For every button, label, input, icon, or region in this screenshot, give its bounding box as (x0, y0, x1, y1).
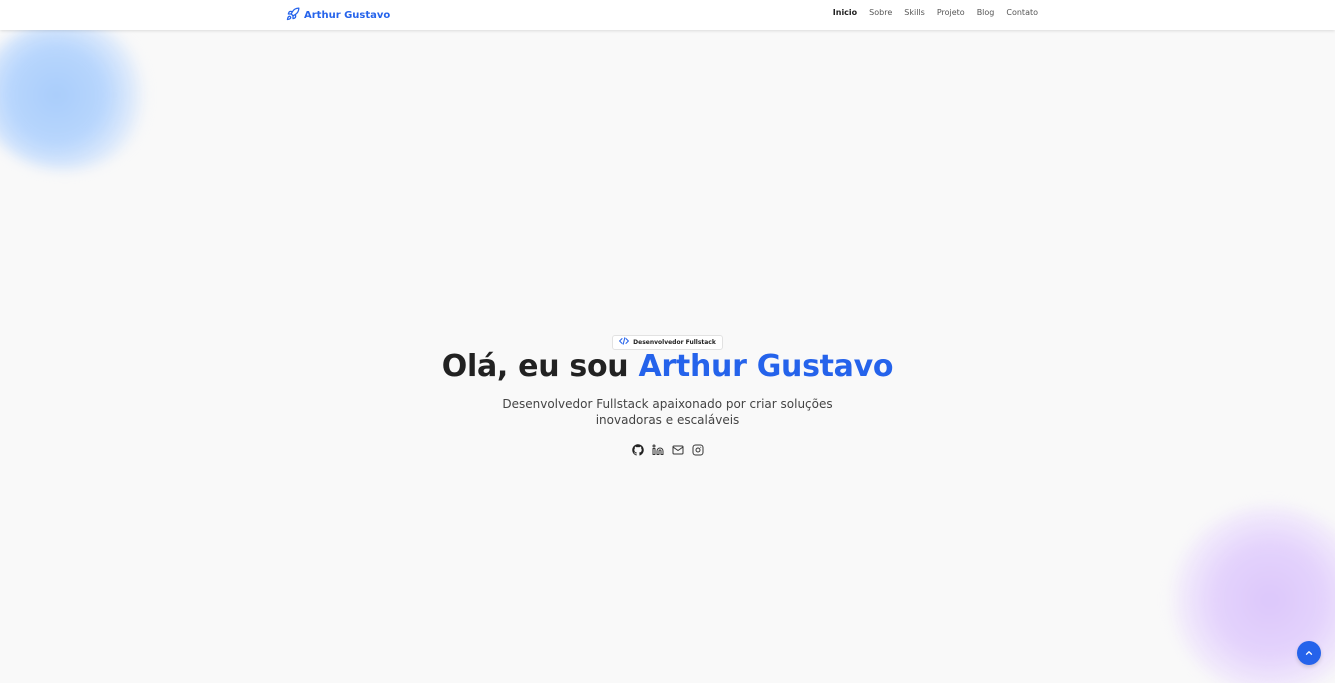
main-nav: Inicio Sobre Skills Projeto Blog Contato (833, 8, 1038, 17)
rocket-icon (286, 7, 300, 24)
social-links (0, 443, 1335, 456)
hero-name: Arthur Gustavo (638, 348, 894, 384)
code-icon (619, 337, 630, 347)
role-badge: Desenvolvedor Fullstack (612, 334, 723, 350)
decorative-blue-blob (0, 20, 150, 170)
brand-name: Arthur Gustavo (304, 9, 391, 21)
hero-title: Olá, eu sou Arthur Gustavo (0, 348, 1335, 384)
linkedin-icon[interactable] (652, 444, 664, 456)
instagram-icon[interactable] (692, 444, 704, 456)
scroll-to-top-button[interactable] (1297, 641, 1321, 665)
nav-item-blog[interactable]: Blog (977, 8, 995, 17)
brand-logo[interactable]: Arthur Gustavo (286, 7, 390, 23)
hero-section: Desenvolvedor Fullstack Olá, eu sou Arth… (0, 330, 1335, 456)
mail-icon[interactable] (672, 444, 684, 456)
github-icon[interactable] (631, 443, 644, 456)
hero-subtitle: Desenvolvedor Fullstack apaixonado por c… (502, 396, 833, 427)
nav-item-sobre[interactable]: Sobre (869, 8, 892, 17)
nav-item-projeto[interactable]: Projeto (937, 8, 965, 17)
nav-item-skills[interactable]: Skills (904, 8, 925, 17)
top-navbar: Arthur Gustavo Inicio Sobre Skills Proje… (0, 0, 1335, 30)
role-badge-label: Desenvolvedor Fullstack (633, 338, 716, 346)
hero-greeting: Olá, eu sou (441, 348, 639, 384)
nav-item-inicio[interactable]: Inicio (833, 8, 857, 17)
chevron-up-icon (1304, 648, 1314, 658)
nav-item-contato[interactable]: Contato (1006, 8, 1038, 17)
